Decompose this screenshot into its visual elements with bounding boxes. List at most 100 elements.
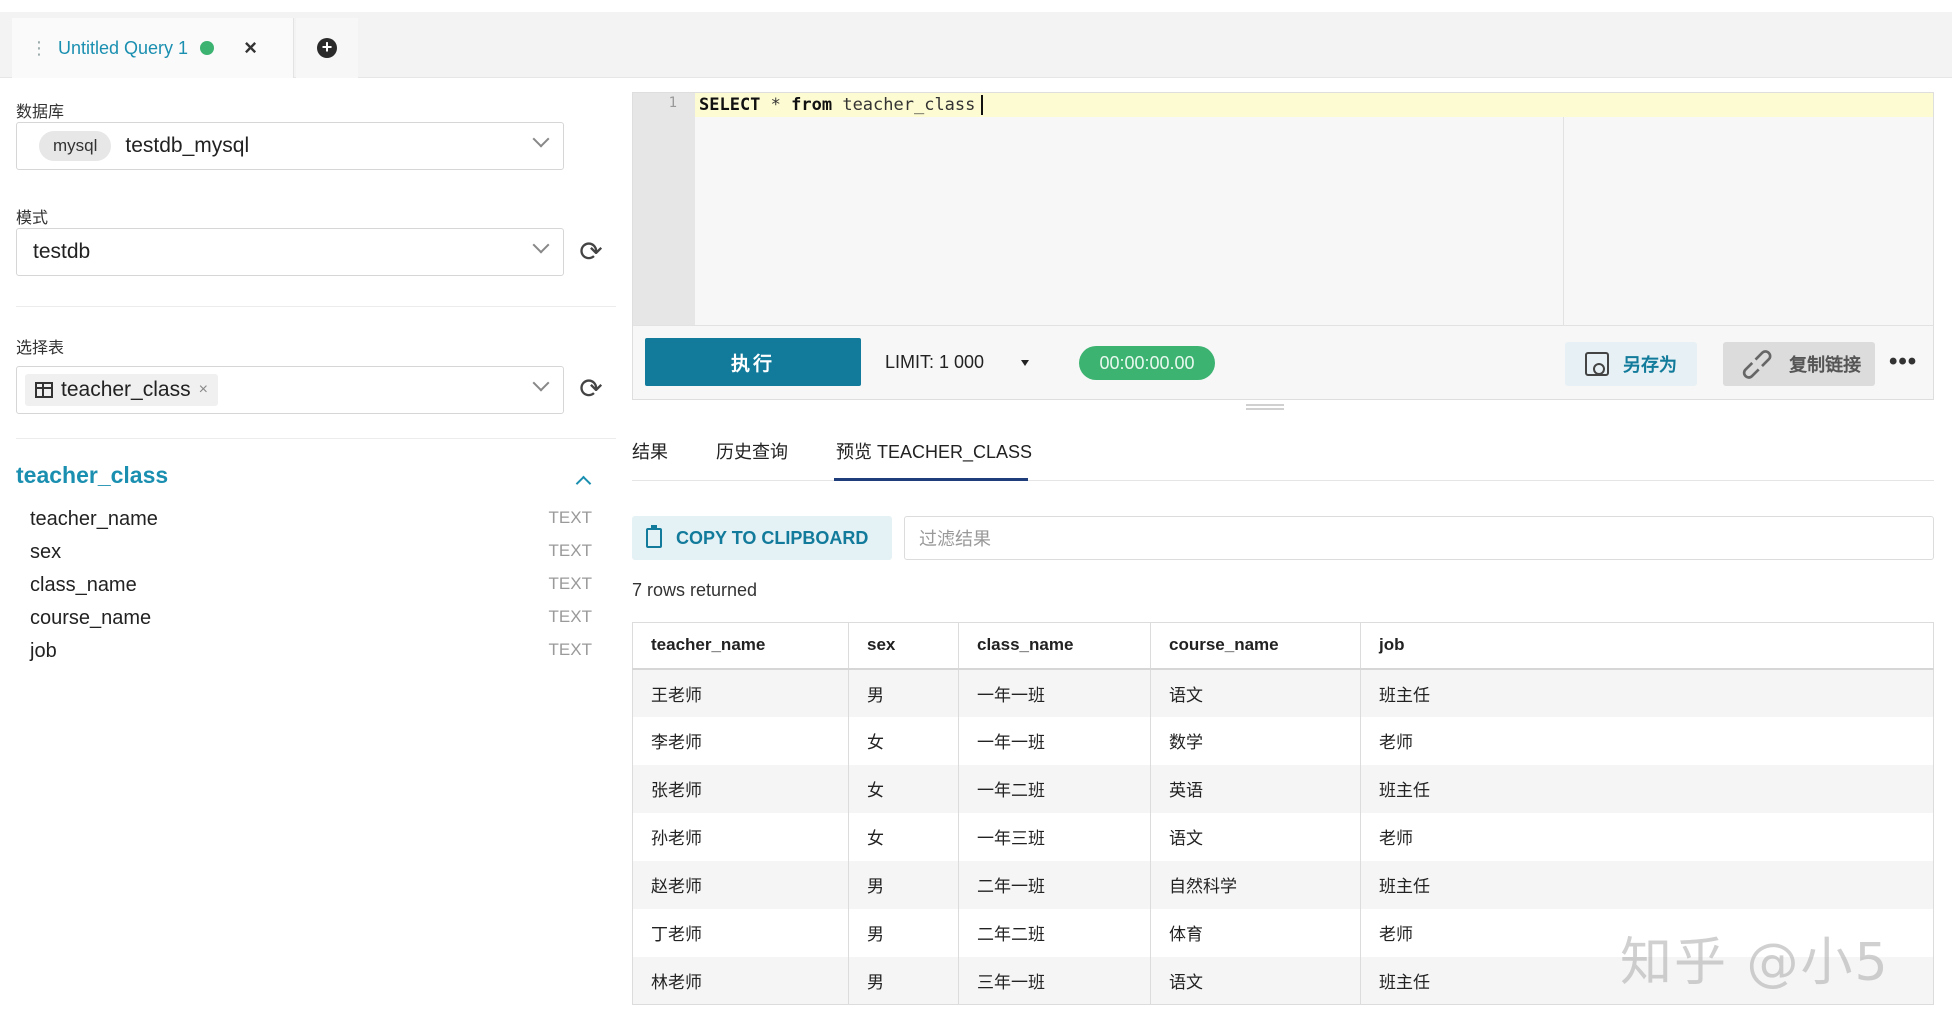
left-panel: 数据库 mysql testdb_mysql 模式 testdb ⟳ 选择表 t… [0,80,620,1034]
query-tab-title[interactable]: Untitled Query 1 [58,38,188,59]
table-cell: 张老师 [632,764,849,813]
collapse-caret-icon[interactable] [575,475,592,492]
query-tab[interactable]: ⋮ Untitled Query 1 × [12,18,294,78]
table-row[interactable]: 李老师 女 一年一班 数学 老师 [632,716,1934,765]
copy-to-clipboard-label: COPY TO CLIPBOARD [676,527,869,548]
remove-chip-icon[interactable]: × [199,381,208,399]
table-cell: 数学 [1150,716,1361,765]
limit-select[interactable]: LIMIT: 1 000 [885,352,984,373]
column-header[interactable]: class_name [958,622,1151,670]
field-type: TEXT [548,607,592,626]
table-tree-title[interactable]: teacher_class [16,462,168,489]
column-header[interactable]: job [1360,622,1934,670]
selected-table-chip[interactable]: teacher_class × [25,374,218,406]
filter-input[interactable]: 过滤结果 [904,516,1934,560]
table-row[interactable]: 孙老师 女 一年三班 语文 老师 [632,812,1934,861]
table-row[interactable]: 赵老师 男 二年一班 自然科学 班主任 [632,860,1934,909]
schema-select[interactable]: testdb [16,228,564,276]
table-cell: 男 [848,860,959,909]
table-cell: 林老师 [632,956,849,1005]
field-type: TEXT [548,541,592,560]
tab-preview[interactable]: 预览 TEACHER_CLASS [836,438,1032,464]
table-cell: 孙老师 [632,812,849,861]
table-cell: 语文 [1150,812,1361,861]
column-header[interactable]: course_name [1150,622,1361,670]
field-type: TEXT [548,640,592,659]
column-header[interactable]: sex [848,622,959,670]
sql-star: * [760,95,792,115]
table-cell: 二年一班 [958,860,1151,909]
sql-table: teacher_class [832,95,976,115]
sql-keyword-from: from [791,95,833,115]
table-cell: 班主任 [1360,668,1934,717]
field-row: course_name TEXT [30,607,600,630]
table-cell: 一年一班 [958,668,1151,717]
more-options-icon[interactable]: ••• [1889,348,1917,376]
field-name: job [30,640,57,662]
schema-value: testdb [33,240,91,263]
table-row[interactable]: 张老师 女 一年二班 英语 班主任 [632,764,1934,813]
table-cell: 体育 [1150,908,1361,957]
table-cell: 语文 [1150,668,1361,717]
save-icon [1585,352,1609,376]
watermark: 知乎 @小5 [1620,933,1890,993]
field-name: sex [30,541,62,563]
plus-circle-icon: + [317,38,337,58]
copy-link-button[interactable]: ⊂⊃ 复制链接 [1723,340,1875,388]
field-row: sex TEXT [30,541,600,564]
table-cell: 老师 [1360,812,1934,861]
divider [16,306,616,307]
table-icon [35,382,53,398]
refresh-table-icon[interactable]: ⟳ [576,374,606,404]
table-cell: 三年一班 [958,956,1151,1005]
run-button[interactable]: 执行 [645,338,861,386]
table-select[interactable]: teacher_class × [16,366,564,414]
table-cell: 英语 [1150,764,1361,813]
table-cell: 一年三班 [958,812,1151,861]
table-cell: 女 [848,812,959,861]
execution-timer: 00:00:00.00 [1079,346,1215,380]
database-select[interactable]: mysql testdb_mysql [16,122,564,170]
table-cell: 男 [848,956,959,1005]
chevron-down-icon [532,374,550,392]
drag-handle-icon[interactable]: ⋮ [30,38,48,59]
table-row[interactable]: 王老师 男 一年一班 语文 班主任 [632,668,1934,717]
copy-to-clipboard-button[interactable]: COPY TO CLIPBOARD [632,516,892,560]
database-value: testdb_mysql [125,134,250,157]
table-cell: 班主任 [1360,860,1934,909]
print-margin-rule [1563,117,1564,325]
field-row: teacher_name TEXT [30,508,600,531]
field-row: job TEXT [30,640,600,663]
resize-handle[interactable] [1246,404,1284,410]
editor-toolbar: 执行 LIMIT: 1 000 00:00:00.00 另存为 ⊂⊃ 复制链接 … [633,325,1933,399]
sql-editor[interactable]: 1 SELECT * from teacher_class 执行 LIMIT: … [632,92,1934,400]
table-cell: 二年二班 [958,908,1151,957]
divider [16,438,616,439]
link-icon: ⊂⊃ [1733,340,1781,388]
chevron-down-icon [532,236,550,254]
new-tab-button[interactable]: + [296,18,358,78]
table-cell: 女 [848,764,959,813]
text-cursor [981,95,984,115]
selected-table-name: teacher_class [61,378,191,401]
save-as-button[interactable]: 另存为 [1565,342,1697,386]
copy-link-label: 复制链接 [1789,355,1862,375]
refresh-schema-icon[interactable]: ⟳ [576,237,606,267]
table-header-row: teacher_name sex class_name course_name … [632,622,1934,670]
tab-history[interactable]: 历史查询 [716,438,788,464]
table-cell: 李老师 [632,716,849,765]
limit-caret-icon[interactable] [1021,360,1029,366]
table-cell: 男 [848,668,959,717]
close-tab-icon[interactable]: × [244,35,257,61]
column-header[interactable]: teacher_name [632,622,849,670]
table-cell: 丁老师 [632,908,849,957]
table-label: 选择表 [16,340,65,357]
active-tab-indicator [834,478,1028,481]
clipboard-icon [646,525,662,548]
field-row: class_name TEXT [30,574,600,597]
field-name: class_name [30,574,137,596]
tab-results[interactable]: 结果 [632,438,668,464]
table-cell: 赵老师 [632,860,849,909]
table-cell: 男 [848,908,959,957]
sql-code[interactable]: SELECT * from teacher_class [699,95,984,115]
